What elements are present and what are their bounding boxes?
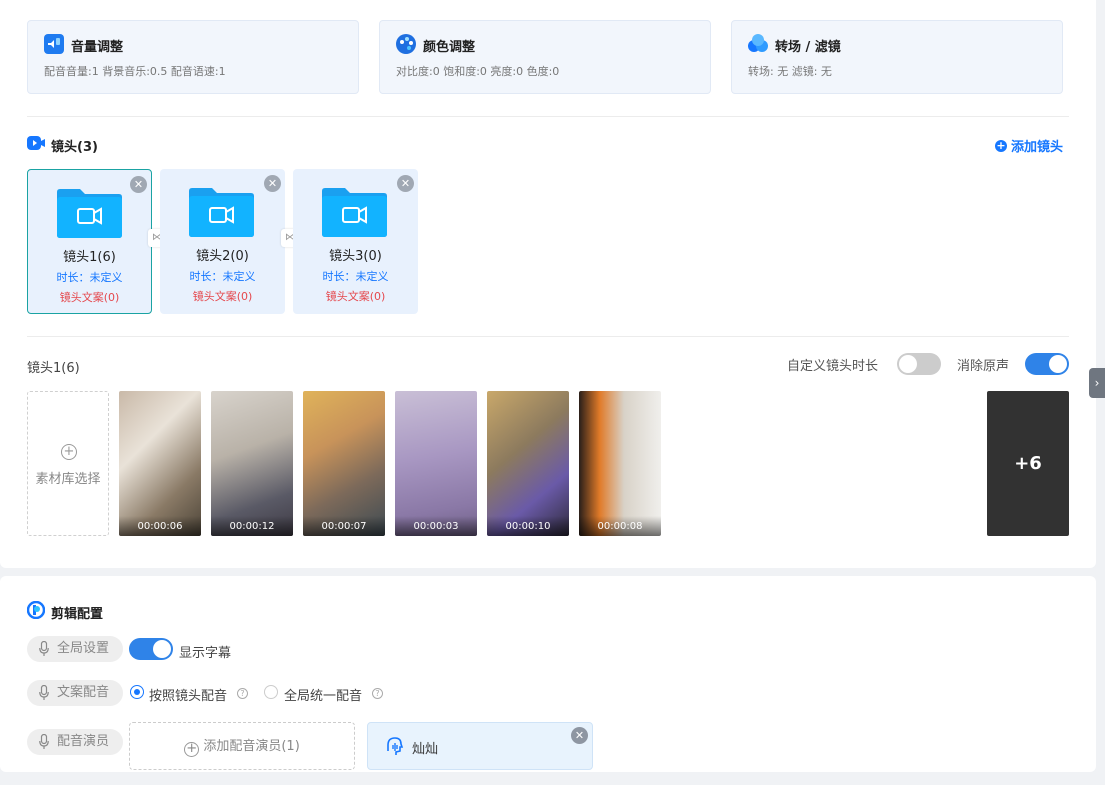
help-icon[interactable]: ? [237, 688, 248, 699]
global-settings-label: 全局设置 [57, 641, 110, 656]
more-materials-button[interactable]: +6 [987, 391, 1069, 536]
close-icon[interactable]: ✕ [397, 175, 414, 192]
global-settings-tag: 全局设置 [27, 636, 123, 662]
per-shot-voice-radio[interactable] [130, 685, 144, 699]
copy-voice-label: 文案配音 [57, 685, 110, 700]
plus-circle-icon: + [995, 138, 1007, 152]
add-shot-label: 添加镜头 [1011, 140, 1064, 155]
microphone-icon [39, 734, 49, 749]
shot-card-2[interactable]: 镜头2(0) 时长：未定义 镜头文案(0) ✕ [160, 169, 285, 314]
palette-icon [396, 34, 416, 54]
thumbnail-duration: 00:00:06 [119, 516, 201, 536]
shot-duration: 时长：未定义 [189, 270, 256, 283]
volume-adjust-title: 音量调整 [71, 40, 124, 55]
shot-card-1[interactable]: 镜头1(6) 时长：未定义 镜头文案(0) ✕ [27, 169, 152, 314]
shot-name: 镜头2(0) [196, 249, 249, 264]
mute-original-label: 消除原声 [957, 359, 1010, 374]
thumbnail-duration: 00:00:10 [487, 516, 569, 536]
plus-circle-icon: + [184, 742, 200, 757]
video-thumbnail[interactable]: 00:00:06 [119, 391, 201, 536]
transition-filter-summary: 转场: 无 滤镜: 无 [748, 65, 832, 78]
video-folder-icon [189, 188, 254, 237]
transition-filter-title: 转场 / 滤镜 [775, 40, 841, 55]
material-library-label: 素材库选择 [35, 472, 101, 487]
shots-panel: 音量调整 配音音量:1 背景音乐:0.5 配音语速:1 颜色调整 对比度:0 饱… [0, 0, 1096, 568]
current-shot-title: 镜头1(6) [27, 361, 80, 376]
thumbnail-duration: 00:00:07 [303, 516, 385, 536]
microphone-icon [39, 641, 49, 656]
voice-actor-tag: 配音演员 [27, 729, 123, 755]
switch-knob [1049, 355, 1067, 373]
color-adjust-card[interactable]: 颜色调整 对比度:0 饱和度:0 亮度:0 色度:0 [379, 20, 711, 94]
shot-card-3[interactable]: 镜头3(0) 时长：未定义 镜头文案(0) ✕ [293, 169, 418, 314]
divider [27, 336, 1069, 337]
chevron-right-icon[interactable]: › [1089, 368, 1105, 398]
edit-config-icon [27, 601, 45, 619]
voice-actor-card[interactable]: 灿灿 ✕ [367, 722, 593, 770]
show-subtitle-switch[interactable] [129, 638, 173, 660]
add-voice-actor-label: 添加配音演员(1) [203, 739, 300, 754]
transition-icon [748, 34, 768, 52]
close-icon[interactable]: ✕ [130, 176, 147, 193]
global-voice-radio[interactable] [264, 685, 278, 699]
thumbnail-duration: 00:00:08 [579, 516, 661, 536]
global-voice-label: 全局统一配音 [284, 689, 363, 704]
edit-config-title: 剪辑配置 [51, 607, 104, 622]
video-folder-icon [322, 188, 387, 237]
shot-duration: 时长：未定义 [56, 271, 123, 284]
shot-copy-count: 镜头文案(0) [59, 291, 120, 304]
custom-duration-label: 自定义镜头时长 [787, 359, 879, 374]
divider [27, 116, 1069, 117]
shot-name: 镜头3(0) [329, 249, 382, 264]
plus-circle-icon: + [61, 444, 77, 460]
material-library-select[interactable]: + 素材库选择 [27, 391, 109, 536]
add-voice-actor-button[interactable]: + 添加配音演员(1) [129, 722, 355, 770]
per-shot-voice-label: 按照镜头配音 [149, 689, 228, 704]
video-thumbnail[interactable]: 00:00:12 [211, 391, 293, 536]
show-subtitle-label: 显示字幕 [179, 646, 232, 661]
close-icon[interactable]: ✕ [571, 727, 588, 744]
shots-title: 镜头(3) [51, 140, 98, 155]
shot-copy-count: 镜头文案(0) [325, 290, 386, 303]
volume-icon [44, 34, 64, 54]
thumbnail-duration: 00:00:03 [395, 516, 477, 536]
thumbnail-duration: 00:00:12 [211, 516, 293, 536]
transition-filter-card[interactable]: 转场 / 滤镜 转场: 无 滤镜: 无 [731, 20, 1063, 94]
voice-actor-name: 灿灿 [412, 742, 439, 757]
shot-duration: 时长：未定义 [322, 270, 389, 283]
voice-actor-label: 配音演员 [57, 734, 110, 749]
color-adjust-title: 颜色调整 [423, 40, 476, 55]
shot-copy-count: 镜头文案(0) [192, 290, 253, 303]
custom-duration-switch[interactable] [897, 353, 941, 375]
video-thumbnail[interactable]: 00:00:03 [395, 391, 477, 536]
voice-head-icon [387, 737, 404, 755]
video-camera-icon [27, 136, 45, 150]
switch-knob [899, 355, 917, 373]
video-thumbnail[interactable]: 00:00:10 [487, 391, 569, 536]
switch-knob [153, 640, 171, 658]
color-adjust-summary: 对比度:0 饱和度:0 亮度:0 色度:0 [396, 65, 560, 78]
microphone-icon [39, 685, 49, 700]
volume-adjust-summary: 配音音量:1 背景音乐:0.5 配音语速:1 [44, 65, 226, 78]
help-icon[interactable]: ? [372, 688, 383, 699]
video-thumbnail[interactable]: 00:00:07 [303, 391, 385, 536]
add-shot-button[interactable]: + 添加镜头 [995, 136, 1063, 155]
shot-name: 镜头1(6) [63, 250, 116, 265]
video-folder-icon [57, 189, 122, 238]
mute-original-switch[interactable] [1025, 353, 1069, 375]
video-thumbnail[interactable]: 00:00:08 [579, 391, 661, 536]
copy-voice-tag: 文案配音 [27, 680, 123, 706]
close-icon[interactable]: ✕ [264, 175, 281, 192]
volume-adjust-card[interactable]: 音量调整 配音音量:1 背景音乐:0.5 配音语速:1 [27, 20, 359, 94]
